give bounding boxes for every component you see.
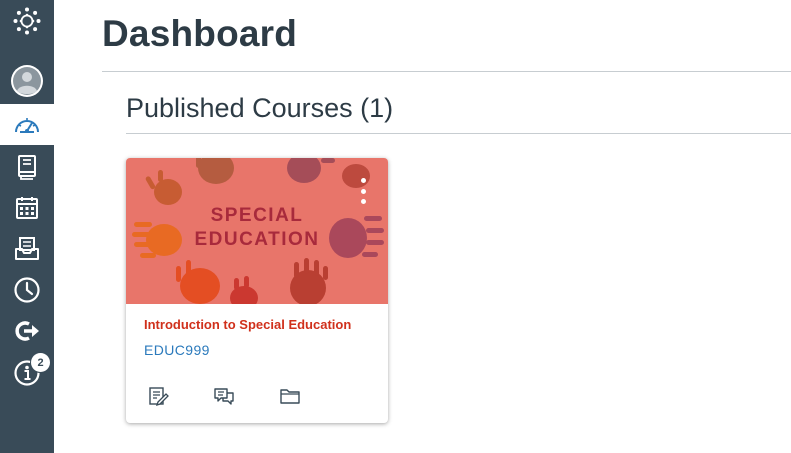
canvas-logo-icon: [12, 6, 42, 36]
avatar-icon: [10, 64, 44, 98]
nav-dashboard[interactable]: [0, 104, 54, 145]
page-title: Dashboard: [102, 13, 298, 54]
assignments-edit-icon: [147, 385, 169, 412]
nav-calendar[interactable]: [0, 187, 54, 228]
dashboard-gauge-icon: [13, 113, 41, 137]
course-name-link[interactable]: Introduction to Special Education: [144, 317, 351, 332]
kebab-dot-icon: [360, 188, 366, 194]
section-divider: [126, 133, 791, 134]
global-nav: 2: [0, 0, 54, 453]
nav-inbox[interactable]: [0, 228, 54, 269]
nav-commons[interactable]: [0, 310, 54, 351]
folder-icon: [279, 385, 301, 412]
discussions-button[interactable]: [212, 386, 236, 410]
course-card-hero[interactable]: SPECIAL EDUCATION: [126, 158, 388, 310]
card-options-button[interactable]: [358, 178, 368, 204]
files-button[interactable]: [278, 386, 302, 410]
nav-history[interactable]: [0, 269, 54, 310]
section-title: Published Courses (1): [126, 93, 394, 123]
assignments-button[interactable]: [146, 386, 170, 410]
nav-help[interactable]: 2: [0, 352, 54, 393]
calendar-icon: [14, 195, 40, 221]
nav-account[interactable]: [0, 60, 54, 101]
kebab-dot-icon: [360, 199, 366, 204]
hero-text-line1: SPECIAL: [211, 205, 304, 226]
inbox-tray-icon: [13, 236, 41, 262]
canvas-logo-link[interactable]: [0, 0, 54, 41]
nav-courses[interactable]: [0, 146, 54, 187]
notification-badge: 2: [31, 353, 50, 372]
discussions-chat-icon: [213, 385, 235, 412]
kebab-dot-icon: [360, 178, 366, 183]
course-card: SPECIAL EDUCATION Introduction to Specia…: [126, 158, 388, 423]
clock-icon: [13, 276, 41, 304]
course-code-link[interactable]: EDUC999: [144, 342, 210, 358]
header-divider: [102, 71, 791, 72]
hero-text-line2: EDUCATION: [194, 229, 319, 250]
commons-arrow-icon: [13, 319, 41, 343]
course-hero-image: SPECIAL EDUCATION: [126, 158, 388, 310]
courses-book-icon: [15, 154, 39, 180]
